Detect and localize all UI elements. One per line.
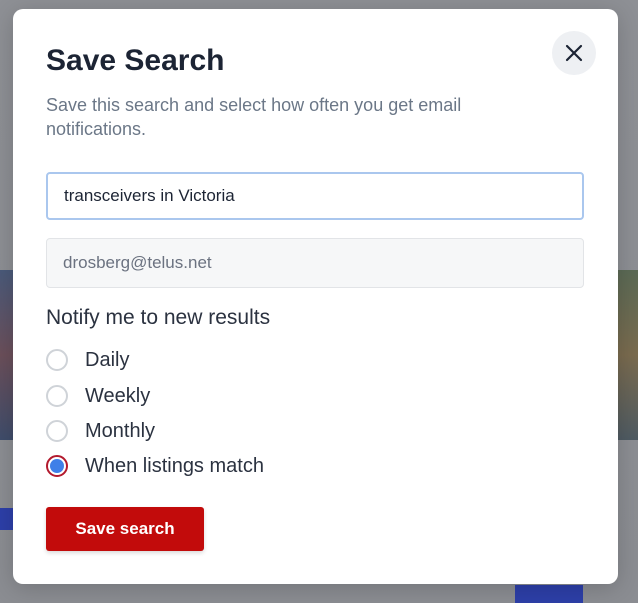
save-search-button[interactable]: Save search bbox=[46, 507, 204, 551]
close-button[interactable] bbox=[552, 31, 596, 75]
radio-button[interactable] bbox=[46, 420, 68, 442]
backdrop-button bbox=[515, 585, 583, 603]
radio-option-daily[interactable]: Daily bbox=[46, 346, 129, 374]
backdrop-badge-left bbox=[0, 508, 14, 530]
radio-label: Monthly bbox=[85, 419, 156, 442]
radio-option-weekly[interactable]: Weekly bbox=[46, 382, 150, 410]
save-search-dialog: Save Search Save this search and select … bbox=[13, 9, 618, 584]
backdrop-image-right bbox=[618, 270, 638, 440]
radio-selected-dot bbox=[50, 459, 64, 473]
dialog-subtitle: Save this search and select how often yo… bbox=[46, 95, 462, 139]
radio-button[interactable] bbox=[46, 349, 68, 371]
radio-button-selected[interactable] bbox=[46, 455, 68, 477]
radio-option-monthly[interactable]: Monthly bbox=[46, 417, 155, 445]
search-name-input[interactable] bbox=[46, 172, 584, 220]
radio-option-when-listings-match[interactable]: When listings match bbox=[46, 452, 264, 480]
notify-label: Notify me to new results bbox=[46, 306, 271, 329]
radio-label: When listings match bbox=[85, 454, 264, 477]
backdrop-image-left bbox=[0, 270, 14, 440]
radio-label: Daily bbox=[85, 348, 130, 371]
close-icon bbox=[565, 44, 583, 62]
radio-button[interactable] bbox=[46, 385, 68, 407]
email-field[interactable] bbox=[46, 238, 584, 288]
radio-label: Weekly bbox=[85, 384, 151, 407]
dialog-title: Save Search bbox=[46, 44, 225, 77]
